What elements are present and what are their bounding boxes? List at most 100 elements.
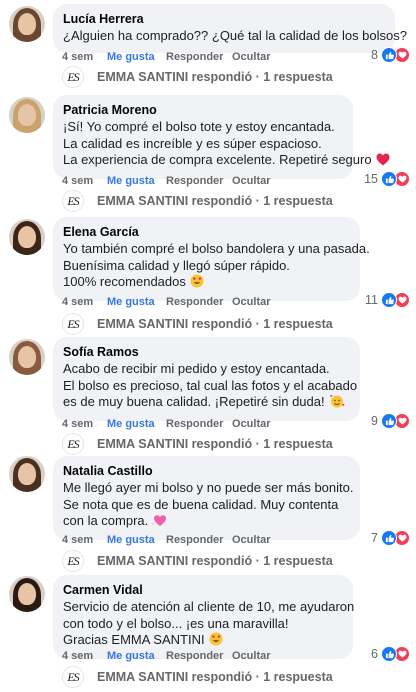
like-reaction-icon [381, 413, 397, 429]
like-button[interactable]: Me gusta [107, 174, 166, 188]
hide-button[interactable]: Ocultar [232, 417, 271, 431]
hide-button[interactable]: Ocultar [232, 533, 271, 547]
reaction-count: 11 [365, 293, 378, 307]
avatar[interactable] [9, 576, 45, 612]
reactions-summary[interactable]: 15 [364, 170, 410, 188]
reaction-count: 9 [371, 414, 378, 428]
like-button[interactable]: Me gusta [107, 50, 166, 64]
avatar[interactable] [9, 456, 45, 492]
comment-actions: 4 sem Me gusta Responder Ocultar [62, 533, 271, 547]
comment-text-line: ¡Sí! Yo compré el bolso tote y estoy enc… [63, 119, 335, 134]
reply-button[interactable]: Responder [166, 174, 232, 188]
comment-bubble: Carmen Vidal Servicio de atención al clie… [53, 575, 355, 659]
comment-bubble: Patricia Moreno ¡Sí! Yo compré el bolso t… [53, 95, 390, 179]
comment-text-line: 100% recomendados [63, 274, 348, 293]
commenter-name[interactable]: Natalia Castillo [63, 463, 348, 480]
commenter-name[interactable]: Elena García [63, 224, 348, 241]
comment-timestamp[interactable]: 4 sem [62, 50, 107, 64]
comment-timestamp[interactable]: 4 sem [62, 417, 107, 431]
heart-eyes-emoji-icon [209, 632, 223, 651]
hide-button[interactable]: Ocultar [232, 295, 271, 309]
like-reaction-icon [381, 530, 397, 546]
heart-emoji-icon [376, 153, 390, 171]
commenter-name[interactable]: Patricia Moreno [63, 102, 341, 119]
comment-text-line: ¿Alguien ha comprado?? ¿Qué tal la calid… [63, 28, 407, 43]
hearts-face-emoji-icon [329, 394, 345, 413]
avatar[interactable] [9, 339, 45, 375]
comment-text-line: con la compra. [63, 513, 348, 532]
reactions-summary[interactable]: 11 [365, 291, 410, 309]
replies-label: EMMA SANTINI respondió · 1 respuesta [97, 554, 333, 568]
like-reaction-icon [381, 292, 397, 308]
comment-text-line: Gracias EMMA SANTINI [63, 632, 341, 651]
commenter-name[interactable]: Carmen Vidal [63, 582, 341, 599]
comment-text-line: Servicio de atención al cliente de 10, m… [63, 599, 355, 614]
reply-button[interactable]: Responder [166, 417, 232, 431]
sparkling-heart-emoji-icon [151, 514, 168, 532]
comment-bubble: Natalia Castillo Me llegó ayer mi bolso y… [53, 456, 360, 540]
reactions-summary[interactable]: 9 [371, 412, 410, 430]
hide-button[interactable]: Ocultar [232, 649, 271, 663]
view-replies-link[interactable]: ES EMMA SANTINI respondió · 1 respuesta [62, 190, 333, 212]
view-replies-link[interactable]: ES EMMA SANTINI respondió · 1 respuesta [62, 313, 333, 335]
replies-label: EMMA SANTINI respondió · 1 respuesta [97, 317, 333, 331]
view-replies-link[interactable]: ES EMMA SANTINI respondió · 1 respuesta [62, 66, 333, 88]
comment-bubble: Sofía Ramos Acabo de recibir mi pedido y … [53, 337, 360, 421]
replies-label: EMMA SANTINI respondió · 1 respuesta [97, 70, 333, 84]
hide-button[interactable]: Ocultar [232, 50, 271, 64]
like-button[interactable]: Me gusta [107, 417, 166, 431]
comment-text-line: Me llegó ayer mi bolso y no puede ser má… [63, 480, 354, 495]
comment-text-line: Buenísima calidad y llegó súper rápido. [63, 257, 290, 273]
view-replies-link[interactable]: ES EMMA SANTINI respondió · 1 respuesta [62, 550, 333, 572]
commenter-name[interactable]: Sofía Ramos [63, 344, 348, 361]
like-button[interactable]: Me gusta [107, 649, 166, 663]
reply-button[interactable]: Responder [166, 533, 232, 547]
commenter-name[interactable]: Lucía Herrera [63, 11, 383, 28]
reply-button[interactable]: Responder [166, 649, 232, 663]
page-logo-icon: ES [62, 433, 84, 455]
like-button[interactable]: Me gusta [107, 295, 166, 309]
reaction-count: 15 [364, 172, 378, 186]
replies-label: EMMA SANTINI respondió · 1 respuesta [97, 437, 333, 451]
like-reaction-icon [381, 171, 397, 187]
reactions-summary[interactable]: 7 [371, 529, 410, 547]
comment-bubble: Elena García Yo también compré el bolso b… [53, 217, 370, 301]
comment-bubble: Lucía Herrera ¿Alguien ha comprado?? ¿Qué… [53, 4, 407, 53]
like-reaction-icon [381, 646, 397, 662]
comment-timestamp[interactable]: 4 sem [62, 295, 107, 309]
replies-label: EMMA SANTINI respondió · 1 respuesta [97, 670, 333, 684]
comment-text-line: con todo y el bolso... ¡es una maravilla… [63, 615, 289, 631]
view-replies-link[interactable]: ES EMMA SANTINI respondió · 1 respuesta [62, 666, 333, 688]
reaction-count: 6 [371, 647, 378, 661]
reply-button[interactable]: Responder [166, 50, 232, 64]
comment-text-line: La calidad es increíble y es súper espac… [63, 135, 322, 151]
avatar[interactable] [9, 97, 45, 133]
avatar[interactable] [9, 219, 45, 255]
comment-actions: 4 sem Me gusta Responder Ocultar [62, 417, 271, 431]
avatar[interactable] [9, 6, 45, 42]
reactions-summary[interactable]: 6 [371, 645, 410, 663]
comment-timestamp[interactable]: 4 sem [62, 649, 107, 663]
heart-eyes-emoji-icon [190, 274, 204, 293]
comment-text-line: Se nota que es de buena calidad. Muy con… [63, 496, 339, 512]
comment-actions: 4 sem Me gusta Responder Ocultar [62, 174, 271, 188]
reply-button[interactable]: Responder [166, 295, 232, 309]
like-reaction-icon [381, 47, 397, 63]
hide-button[interactable]: Ocultar [232, 174, 271, 188]
comment-actions: 4 sem Me gusta Responder Ocultar [62, 649, 271, 663]
comment-text-line: El bolso es precioso, tal cual las fotos… [63, 377, 358, 393]
view-replies-link[interactable]: ES EMMA SANTINI respondió · 1 respuesta [62, 433, 333, 455]
replies-label: EMMA SANTINI respondió · 1 respuesta [97, 194, 333, 208]
comment-text-line: La experiencia de compra excelente. Repe… [63, 152, 390, 171]
comment-timestamp[interactable]: 4 sem [62, 174, 107, 188]
reactions-summary[interactable]: 8 [371, 46, 410, 64]
comment-timestamp[interactable]: 4 sem [62, 533, 107, 547]
page-logo-icon: ES [62, 313, 84, 335]
comment-actions: 4 sem Me gusta Responder Ocultar [62, 295, 271, 309]
like-button[interactable]: Me gusta [107, 533, 166, 547]
comment-text-line: es de muy buena calidad. ¡Repetiré sin d… [63, 394, 348, 413]
comment-text-line: Yo también compré el bolso bandolera y u… [63, 241, 370, 256]
page-logo-icon: ES [62, 190, 84, 212]
page-logo-icon: ES [62, 66, 84, 88]
reaction-count: 7 [371, 531, 378, 545]
